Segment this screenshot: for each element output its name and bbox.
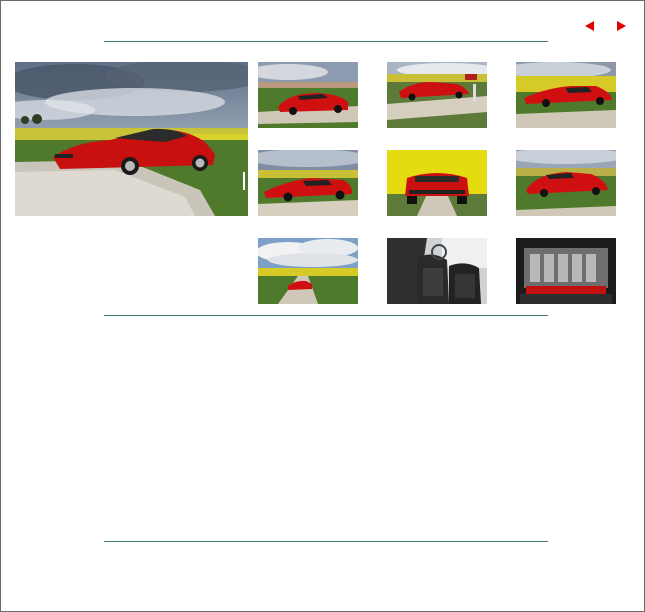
thumbnail-2[interactable]: [387, 62, 487, 128]
thumbnail-9[interactable]: [516, 238, 616, 304]
previous-page-arrow-icon[interactable]: [585, 21, 594, 31]
thumbnail-7[interactable]: [258, 238, 358, 304]
thumbnail-4[interactable]: [258, 150, 358, 216]
next-page-arrow-icon[interactable]: [617, 21, 626, 31]
thumbnail-6[interactable]: [516, 150, 616, 216]
middle-divider: [104, 315, 548, 316]
main-car-photo[interactable]: [15, 62, 248, 216]
top-divider: [104, 41, 548, 42]
bottom-divider: [104, 541, 548, 542]
thumbnail-3[interactable]: [516, 62, 616, 128]
thumbnail-1[interactable]: [258, 62, 358, 128]
thumbnail-8[interactable]: [387, 238, 487, 304]
thumbnail-5[interactable]: [387, 150, 487, 216]
